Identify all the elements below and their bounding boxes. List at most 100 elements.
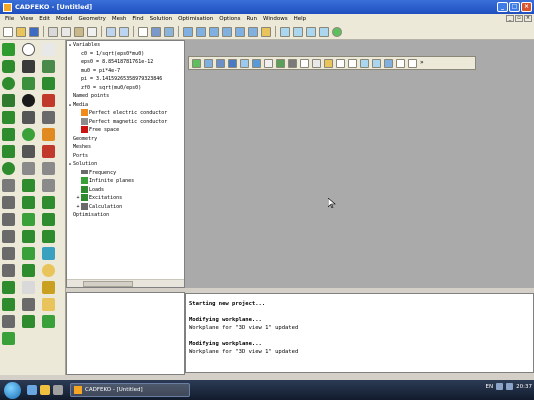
rotate-view-icon[interactable] (240, 58, 249, 68)
ellipse-arc-icon[interactable] (2, 162, 15, 175)
zoom-icon[interactable] (151, 26, 161, 37)
menu-view[interactable]: View (17, 16, 36, 22)
workplane-toggle-icon[interactable] (324, 58, 333, 68)
minimize-button[interactable]: _ (497, 2, 508, 12)
menu-model[interactable]: Model (53, 16, 76, 22)
tree-item-excitations[interactable]: + Excitations (67, 194, 184, 203)
menu-edit[interactable]: Edit (36, 16, 53, 22)
intersect-icon[interactable] (42, 196, 55, 209)
wireframe-icon[interactable] (348, 58, 357, 68)
tree-item-variable[interactable]: mu0 = pi*4e-7 (67, 67, 184, 76)
dataset-icon[interactable] (22, 281, 35, 294)
redo-icon[interactable] (119, 26, 129, 37)
cone-icon[interactable] (2, 77, 15, 90)
stitch-icon[interactable] (22, 213, 35, 226)
polygon-icon[interactable] (42, 94, 55, 107)
voltage-source-icon[interactable] (42, 298, 55, 311)
open-folder-icon[interactable] (16, 26, 26, 37)
select-pointer-icon[interactable] (138, 26, 148, 37)
menu-geometry[interactable]: Geometry (75, 16, 108, 22)
axes-icon[interactable] (293, 26, 303, 37)
subtract-icon[interactable] (22, 196, 35, 209)
solid-icon[interactable] (360, 58, 369, 68)
tree-item-frequency[interactable]: Frequency (67, 169, 184, 178)
delete-icon[interactable] (87, 26, 97, 37)
wire-icon[interactable] (42, 43, 55, 56)
mdi-minimize-button[interactable]: _ (506, 15, 514, 22)
maximize-button[interactable]: □ (509, 2, 520, 12)
3d-view-workspace[interactable] (185, 40, 534, 290)
split-icon[interactable] (42, 145, 55, 158)
clock[interactable]: 20:37 (516, 384, 532, 390)
language-indicator[interactable]: EN (486, 384, 494, 390)
tree-item-loads[interactable]: Loads (67, 185, 184, 195)
tree-node-geometry[interactable]: Geometry (67, 135, 184, 144)
rectangle-icon[interactable] (2, 128, 15, 141)
plane-wave-icon[interactable] (22, 315, 35, 328)
menu-help[interactable]: Help (291, 16, 310, 22)
view-top-icon[interactable] (209, 26, 219, 37)
load-icon[interactable] (2, 315, 15, 328)
z-axis-icon[interactable] (408, 58, 417, 68)
quick-launch-ie-icon[interactable] (27, 385, 37, 395)
fitted-curve-icon[interactable] (22, 145, 35, 158)
menu-find[interactable]: Find (129, 16, 146, 22)
start-button[interactable] (4, 381, 21, 399)
quick-launch-folder-icon[interactable] (40, 385, 50, 395)
tree-node-named-points[interactable]: Named points (67, 92, 184, 101)
tree-node-ports[interactable]: Ports (67, 152, 184, 161)
tree-node-media[interactable]: ▴ Media (67, 101, 184, 110)
view-back-icon[interactable] (196, 26, 206, 37)
view-left-icon[interactable] (235, 26, 245, 37)
new-file-icon[interactable] (3, 26, 13, 37)
arc-icon[interactable] (2, 213, 15, 226)
tree-item-medium[interactable]: Perfect electric conductor (67, 109, 184, 118)
far-field-icon[interactable] (42, 315, 55, 328)
tree-item-variable[interactable]: pi = 3.14159265358979323846 (67, 75, 184, 84)
network-icon[interactable] (496, 383, 504, 390)
helix-icon[interactable] (42, 60, 55, 73)
tree-item-variable[interactable]: zf0 = sqrt(mu0/eps0) (67, 84, 184, 93)
wire-port-icon[interactable] (2, 298, 15, 311)
zoom-extents-icon[interactable] (228, 58, 237, 68)
polygon-surface-icon[interactable] (2, 145, 15, 158)
pentagon-icon[interactable] (2, 111, 15, 124)
scrollbar-thumb[interactable] (83, 281, 133, 287)
pointer-icon[interactable] (252, 58, 261, 68)
line-icon[interactable] (2, 179, 15, 192)
view-right-icon[interactable] (248, 26, 258, 37)
mirror-icon[interactable] (22, 230, 35, 243)
sweep-surface-icon[interactable] (2, 281, 15, 294)
mesh-icon[interactable] (42, 247, 55, 260)
tree-node-variables[interactable]: ▴ Variables (67, 41, 184, 50)
n-curve-icon[interactable] (2, 264, 15, 277)
view-iso-icon[interactable] (261, 26, 271, 37)
points-icon[interactable] (312, 58, 321, 68)
view-3d-icon[interactable] (192, 58, 201, 68)
spline-icon[interactable] (22, 60, 35, 73)
tree-item-medium[interactable]: Free space (67, 126, 184, 135)
tree-node-optimisation[interactable]: Optimisation (67, 211, 184, 220)
disk-icon[interactable] (22, 128, 35, 141)
polyline-icon[interactable] (2, 196, 15, 209)
pyramid-icon[interactable] (42, 213, 55, 226)
tree-node-meshes[interactable]: Meshes (67, 143, 184, 152)
loft-icon[interactable] (42, 179, 55, 192)
undo-icon[interactable] (106, 26, 116, 37)
port-icon[interactable] (42, 281, 55, 294)
zoom-box-icon[interactable] (216, 58, 225, 68)
menu-mesh[interactable]: Mesh (109, 16, 129, 22)
flare-icon[interactable] (22, 77, 35, 90)
highlight-icon[interactable] (288, 58, 297, 68)
tree-item-variable[interactable]: c0 = 1/sqrt(eps0*mu0) (67, 50, 184, 59)
torus-icon[interactable] (2, 94, 15, 107)
axes-toggle-icon[interactable] (300, 58, 309, 68)
ellipse-icon[interactable] (22, 94, 35, 107)
union-icon[interactable] (22, 179, 35, 192)
run-icon[interactable] (332, 26, 342, 37)
arrow-up-icon[interactable] (42, 128, 55, 141)
s-param-icon[interactable] (22, 298, 35, 311)
bezier-icon[interactable] (2, 230, 15, 243)
more-chevron-icon[interactable]: » (420, 58, 429, 68)
menu-solution[interactable]: Solution (147, 16, 175, 22)
